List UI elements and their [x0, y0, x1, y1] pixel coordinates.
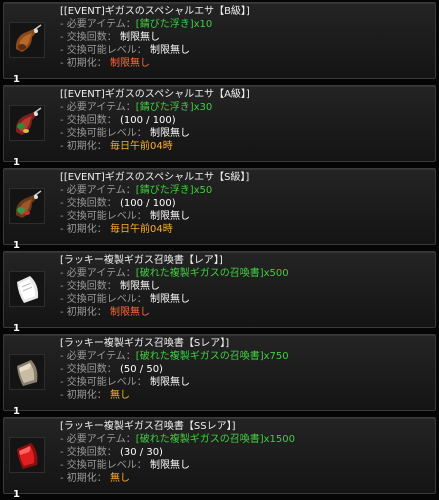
- required-item-label: - 必要アイテム：: [60, 19, 136, 30]
- required-item-name: [破れた複製ギガスの召喚書]: [135, 268, 264, 279]
- reset-label: - 初期化：: [60, 58, 107, 69]
- item-slot[interactable]: 1: [9, 22, 45, 85]
- item-slot[interactable]: 1: [9, 354, 45, 417]
- required-item-count: x500: [263, 268, 289, 279]
- required-item-name: [錆びた浮き]: [135, 185, 194, 196]
- level-label: - 交換可能レベル：: [60, 211, 147, 222]
- required-item-label: - 必要アイテム：: [60, 434, 136, 445]
- exchanges-label: - 交換回数：: [60, 115, 117, 126]
- reset-label: - 初期化：: [60, 141, 107, 152]
- level-value: 制限無し: [149, 460, 190, 471]
- exchanges-label: - 交換回数：: [60, 198, 117, 209]
- level-value: 制限無し: [149, 211, 190, 222]
- reset-label: - 初期化：: [60, 224, 107, 235]
- required-item-name: [錆びた浮き]: [135, 102, 194, 113]
- level-value: 制限無し: [149, 294, 190, 305]
- reset-label: - 初期化：: [60, 473, 107, 484]
- exchanges-label: - 交換回数：: [60, 364, 117, 375]
- required-item-count: x50: [193, 185, 213, 196]
- summon-scroll-white-icon: [10, 272, 44, 306]
- item-quantity: 1: [13, 240, 20, 251]
- required-item-name: [破れた複製ギガスの召喚書]: [135, 434, 264, 445]
- item-quantity: 1: [13, 323, 20, 334]
- fishing-float-bait-icon: [10, 23, 44, 57]
- item-title: [[EVENT]ギガスのスペシャルエサ【A級】]: [60, 89, 250, 100]
- fishing-float-bait-icon: [10, 106, 44, 140]
- exchange-item-card[interactable]: 1 [[EVENT]ギガスのスペシャルエサ【A級】] - 必要アイテム：[錆びた…: [3, 85, 436, 168]
- item-title: [[EVENT]ギガスのスペシャルエサ【S級】]: [60, 172, 250, 183]
- level-value: 制限無し: [149, 45, 190, 56]
- level-label: - 交換可能レベル：: [60, 377, 147, 388]
- exchanges-label: - 交換回数：: [60, 281, 117, 292]
- item-quantity: 1: [13, 406, 20, 417]
- item-title: [ラッキー複製ギガス召喚書【Sレア】]: [60, 338, 230, 349]
- required-item-count: x750: [263, 351, 289, 362]
- item-title: [[EVENT]ギガスのスペシャルエサ【B級】]: [60, 6, 250, 17]
- required-item-count: x10: [193, 19, 213, 30]
- exchange-item-card[interactable]: 1 [ラッキー複製ギガス召喚書【Sレア】] - 必要アイテム：[破れた複製ギガス…: [3, 334, 436, 417]
- item-title: [ラッキー複製ギガス召喚書【レア】]: [60, 255, 223, 266]
- item-slot[interactable]: 1: [9, 437, 45, 500]
- exchange-item-card[interactable]: 1 [ラッキー複製ギガス召喚書【レア】] - 必要アイテム：[破れた複製ギガスの…: [3, 251, 436, 334]
- item-quantity: 1: [13, 74, 20, 85]
- level-label: - 交換可能レベル：: [60, 128, 147, 139]
- reset-value: 無し: [109, 473, 130, 484]
- exchange-item-list: 1 [[EVENT]ギガスのスペシャルエサ【B級】] - 必要アイテム：[錆びた…: [0, 0, 439, 500]
- level-value: 制限無し: [149, 377, 190, 388]
- exchanges-label: - 交換回数：: [60, 32, 117, 43]
- summon-scroll-beige-icon: [10, 355, 44, 389]
- item-quantity: 1: [13, 157, 20, 168]
- required-item-label: - 必要アイテム：: [60, 102, 136, 113]
- reset-value: 毎日午前04時: [109, 141, 173, 152]
- exchanges-value: (100 / 100): [119, 115, 176, 126]
- item-slot[interactable]: 1: [9, 188, 45, 251]
- level-value: 制限無し: [149, 128, 190, 139]
- required-item-count: x1500: [263, 434, 295, 445]
- required-item-count: x30: [193, 102, 213, 113]
- exchanges-value: (100 / 100): [119, 198, 176, 209]
- reset-value: 毎日午前04時: [109, 224, 173, 235]
- reset-value: 無し: [109, 390, 130, 401]
- level-label: - 交換可能レベル：: [60, 294, 147, 305]
- required-item-name: [破れた複製ギガスの召喚書]: [135, 351, 264, 362]
- exchange-item-card[interactable]: 1 [[EVENT]ギガスのスペシャルエサ【S級】] - 必要アイテム：[錆びた…: [3, 168, 436, 251]
- exchange-item-card[interactable]: 1 [[EVENT]ギガスのスペシャルエサ【B級】] - 必要アイテム：[錆びた…: [3, 2, 436, 85]
- exchange-item-card[interactable]: 1 [ラッキー複製ギガス召喚書【SSレア】] - 必要アイテム：[破れた複製ギガ…: [3, 417, 436, 500]
- exchanges-value: (30 / 30): [119, 447, 163, 458]
- reset-label: - 初期化：: [60, 390, 107, 401]
- exchanges-value: 制限無し: [119, 281, 160, 292]
- item-slot[interactable]: 1: [9, 271, 45, 334]
- level-label: - 交換可能レベル：: [60, 45, 147, 56]
- reset-value: 制限無し: [109, 307, 150, 318]
- reset-label: - 初期化：: [60, 307, 107, 318]
- exchanges-label: - 交換回数：: [60, 447, 117, 458]
- item-title: [ラッキー複製ギガス召喚書【SSレア】]: [60, 421, 236, 432]
- item-quantity: 1: [13, 489, 20, 500]
- required-item-label: - 必要アイテム：: [60, 185, 136, 196]
- summon-scroll-red-icon: [10, 438, 44, 472]
- item-slot[interactable]: 1: [9, 105, 45, 168]
- required-item-name: [錆びた浮き]: [135, 19, 194, 30]
- exchanges-value: (50 / 50): [119, 364, 163, 375]
- reset-value: 制限無し: [109, 58, 150, 69]
- exchanges-value: 制限無し: [119, 32, 160, 43]
- fishing-float-bait-icon: [10, 189, 44, 223]
- level-label: - 交換可能レベル：: [60, 460, 147, 471]
- required-item-label: - 必要アイテム：: [60, 351, 136, 362]
- required-item-label: - 必要アイテム：: [60, 268, 136, 279]
